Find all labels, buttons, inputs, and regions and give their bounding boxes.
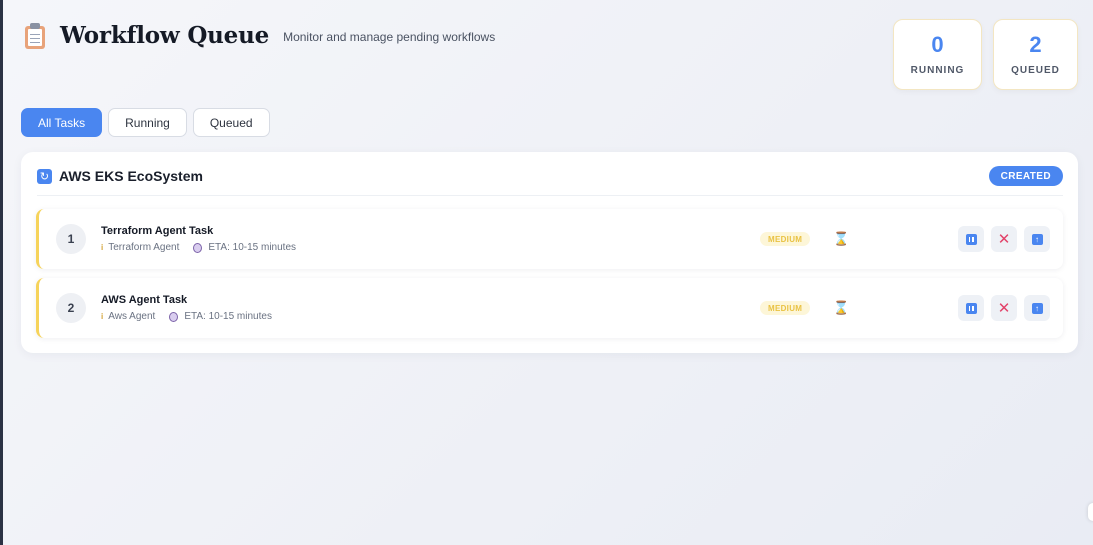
stopwatch-icon <box>169 311 179 322</box>
pause-button[interactable] <box>958 295 984 321</box>
page-header: Workflow Queue Monitor and manage pendin… <box>24 22 495 49</box>
info-icon: i <box>101 312 104 321</box>
close-icon: ✕ <box>997 230 1011 248</box>
hourglass-icon: ⌛ <box>833 300 850 315</box>
move-up-button[interactable]: ↑ <box>1024 295 1050 321</box>
status-badge: CREATED <box>988 166 1063 186</box>
running-label: RUNNING <box>910 65 965 76</box>
running-stat-card: 0 RUNNING <box>893 19 982 90</box>
task-row: 1 Terraform Agent Task i Terraform Agent… <box>36 209 1063 269</box>
floating-handle[interactable] <box>1088 503 1093 521</box>
close-icon: ✕ <box>997 299 1011 317</box>
task-name: AWS Agent Task <box>101 294 188 306</box>
window-left-edge <box>0 0 3 545</box>
task-row: 2 AWS Agent Task i Aws Agent ETA: 10-15 … <box>36 278 1063 338</box>
hourglass-icon: ⌛ <box>833 231 850 246</box>
arrow-up-icon: ↑ <box>1031 233 1043 245</box>
priority-badge: MEDIUM <box>760 301 811 315</box>
task-number: 2 <box>56 293 86 323</box>
workflow-title: AWS EKS EcoSystem <box>59 168 203 184</box>
cancel-button[interactable]: ✕ <box>991 226 1017 252</box>
workflow-header: ↻ AWS EKS EcoSystem CREATED <box>37 166 1063 196</box>
task-name: Terraform Agent Task <box>101 225 214 237</box>
info-icon: i <box>101 243 104 252</box>
queued-count: 2 <box>1029 32 1042 57</box>
stopwatch-icon <box>193 242 203 253</box>
tab-queued[interactable]: Queued <box>192 108 270 137</box>
refresh-icon: ↻ <box>37 168 52 184</box>
task-meta: i Terraform Agent ETA: 10-15 minutes <box>101 242 296 253</box>
task-eta: ETA: 10-15 minutes <box>208 242 297 253</box>
pause-icon <box>965 233 977 245</box>
cancel-button[interactable]: ✕ <box>991 295 1017 321</box>
running-count: 0 <box>931 32 944 57</box>
task-number: 1 <box>56 224 86 254</box>
page-subtitle: Monitor and manage pending workflows <box>283 29 496 44</box>
page-title: Workflow Queue <box>60 22 270 49</box>
priority-badge: MEDIUM <box>760 232 811 246</box>
pause-button[interactable] <box>958 226 984 252</box>
filter-tabs: All Tasks Running Queued <box>21 108 270 137</box>
queued-label: QUEUED <box>1011 65 1060 76</box>
tab-all-tasks[interactable]: All Tasks <box>21 108 103 137</box>
task-eta: ETA: 10-15 minutes <box>184 311 272 322</box>
pause-icon <box>965 302 977 314</box>
task-meta: i Aws Agent ETA: 10-15 minutes <box>101 311 272 322</box>
queued-stat-card: 2 QUEUED <box>993 19 1078 90</box>
task-agent: Aws Agent <box>108 311 156 322</box>
tab-running[interactable]: Running <box>108 108 187 137</box>
task-agent: Terraform Agent <box>108 242 180 253</box>
workflow-panel: ↻ AWS EKS EcoSystem CREATED 1 Terraform … <box>21 152 1078 353</box>
arrow-up-icon: ↑ <box>1031 302 1043 314</box>
clipboard-icon <box>24 22 46 49</box>
move-up-button[interactable]: ↑ <box>1024 226 1050 252</box>
